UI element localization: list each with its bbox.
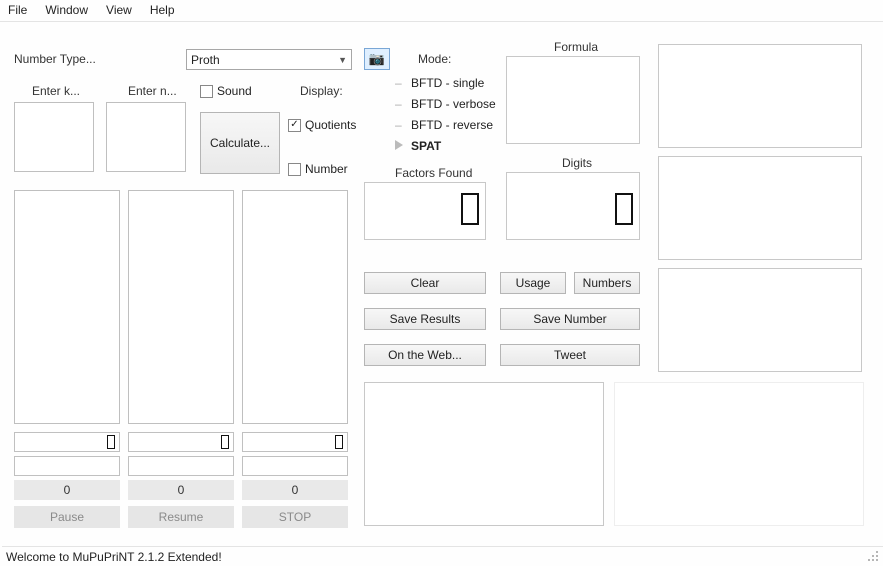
formula-panel[interactable] [506,56,640,144]
mode-item-reverse[interactable]: –BFTD - reverse [395,114,496,135]
camera-button[interactable]: 📷 [364,48,390,70]
number-checkbox[interactable]: Number [288,162,348,176]
menu-file[interactable]: File [8,3,27,18]
number-type-label: Number Type... [14,52,96,66]
status-bar: Welcome to MuPuPriNT 2.1.2 Extended! [2,546,883,566]
calculate-button[interactable]: Calculate... [200,112,280,174]
mini-digit-3 [242,432,348,452]
mode-list: –BFTD - single –BFTD - verbose –BFTD - r… [395,72,496,156]
formula-label: Formula [554,40,598,54]
on-the-web-button[interactable]: On the Web... [364,344,486,366]
stop-button[interactable]: STOP [242,506,348,528]
sound-checkbox[interactable]: Sound [200,84,252,98]
menu-view[interactable]: View [106,3,132,18]
factors-found-label: Factors Found [395,166,472,180]
number-checkbox-label: Number [305,162,348,176]
mini-blank-1 [14,456,120,476]
menu-window[interactable]: Window [45,3,88,18]
number-type-combo[interactable]: Proth ▼ [186,49,352,70]
enter-n-label: Enter n... [128,84,177,98]
display-label: Display: [300,84,343,98]
mode-label: Mode: [418,52,451,66]
chevron-down-icon: ▼ [338,55,347,65]
checkbox-icon: ✓ [288,119,301,132]
main-content: Number Type... Proth ▼ Enter k... Enter … [0,22,883,546]
factors-found-value [461,193,479,235]
status-text: Welcome to MuPuPriNT 2.1.2 Extended! [6,550,222,564]
tweet-button[interactable]: Tweet [500,344,640,366]
progress-1: 0 [14,480,120,500]
output-box-1[interactable] [14,190,120,424]
output-box-2[interactable] [128,190,234,424]
menu-bar: File Window View Help [0,0,883,22]
bottom-panel-left[interactable] [364,382,604,526]
clear-button[interactable]: Clear [364,272,486,294]
resize-grip-icon[interactable] [867,550,881,564]
checkbox-icon [200,85,213,98]
usage-button[interactable]: Usage [500,272,566,294]
enter-n-input[interactable] [106,102,186,172]
save-results-button[interactable]: Save Results [364,308,486,330]
mini-blank-2 [128,456,234,476]
quotients-checkbox[interactable]: ✓ Quotients [288,118,356,132]
resume-button[interactable]: Resume [128,506,234,528]
mini-blank-3 [242,456,348,476]
save-number-button[interactable]: Save Number [500,308,640,330]
mode-item-single[interactable]: –BFTD - single [395,72,496,93]
camera-icon: 📷 [369,51,385,67]
mode-item-verbose[interactable]: –BFTD - verbose [395,93,496,114]
mini-digit-1 [14,432,120,452]
mini-digit-2 [128,432,234,452]
digits-value [615,193,633,235]
mode-item-spat[interactable]: SPAT [395,135,496,156]
menu-help[interactable]: Help [150,3,175,18]
enter-k-input[interactable] [14,102,94,172]
sound-label: Sound [217,84,252,98]
right-panel-1[interactable] [658,44,862,148]
right-panel-3[interactable] [658,268,862,372]
factors-found-panel [364,182,486,240]
checkbox-icon [288,163,301,176]
progress-3: 0 [242,480,348,500]
numbers-button[interactable]: Numbers [574,272,640,294]
number-type-value: Proth [191,53,220,67]
output-box-3[interactable] [242,190,348,424]
digits-panel [506,172,640,240]
digits-label: Digits [562,156,592,170]
calculate-label: Calculate... [210,136,270,150]
enter-k-label: Enter k... [32,84,80,98]
progress-2: 0 [128,480,234,500]
pause-button[interactable]: Pause [14,506,120,528]
right-panel-2[interactable] [658,156,862,260]
bottom-panel-right[interactable] [614,382,864,526]
quotients-label: Quotients [305,118,356,132]
